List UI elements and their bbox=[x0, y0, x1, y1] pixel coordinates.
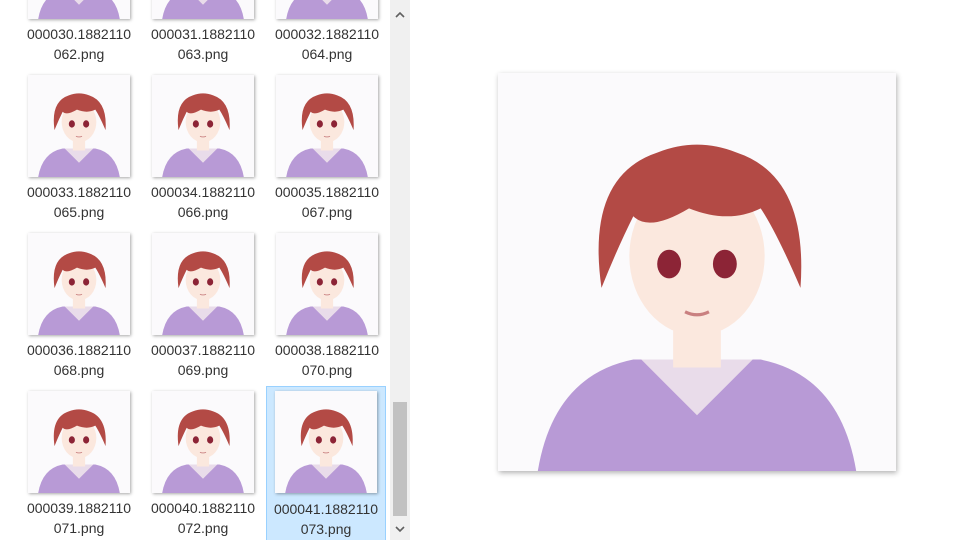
file-name: 000034.1882110 066.png bbox=[150, 184, 256, 220]
file-tile[interactable]: 000037.1882110 069.png bbox=[132, 232, 255, 390]
file-thumbnail[interactable] bbox=[152, 0, 254, 19]
file-tile[interactable]: 000036.1882110 068.png bbox=[8, 232, 131, 390]
chevron-down-icon bbox=[395, 526, 405, 533]
file-tile[interactable]: 000032.1882110 064.png bbox=[256, 0, 379, 74]
image-preview-pane bbox=[498, 73, 896, 471]
scroll-down-button[interactable] bbox=[390, 518, 410, 540]
file-thumbnail[interactable] bbox=[152, 391, 254, 493]
scrollbar-thumb[interactable] bbox=[393, 402, 407, 516]
file-name: 000041.1882110 073.png bbox=[273, 501, 379, 537]
file-tile[interactable]: 000040.1882110 072.png bbox=[132, 390, 255, 540]
file-tile[interactable]: 000034.1882110 066.png bbox=[132, 74, 255, 232]
file-thumbnail[interactable] bbox=[28, 75, 130, 177]
file-tile[interactable]: 000030.1882110 062.png bbox=[8, 0, 131, 74]
file-name: 000032.1882110 064.png bbox=[274, 26, 380, 62]
scroll-up-button[interactable] bbox=[390, 4, 410, 26]
file-tile-selected[interactable]: 000041.1882110 073.png bbox=[266, 386, 386, 540]
file-name: 000033.1882110 065.png bbox=[26, 184, 132, 220]
file-thumbnail[interactable] bbox=[28, 391, 130, 493]
file-tile[interactable]: 000033.1882110 065.png bbox=[8, 74, 131, 232]
file-name: 000036.1882110 068.png bbox=[26, 342, 132, 378]
chevron-up-icon bbox=[395, 11, 405, 18]
file-thumbnail[interactable] bbox=[275, 391, 377, 493]
file-thumbnail[interactable] bbox=[276, 233, 378, 335]
file-name: 000035.1882110 067.png bbox=[274, 184, 380, 220]
file-tile[interactable]: 000035.1882110 067.png bbox=[256, 74, 379, 232]
file-thumbnail[interactable] bbox=[276, 0, 378, 19]
file-name: 000040.1882110 072.png bbox=[150, 500, 256, 536]
file-thumbnail[interactable] bbox=[28, 0, 130, 19]
file-name: 000039.1882110 071.png bbox=[26, 500, 132, 536]
file-thumbnail[interactable] bbox=[152, 233, 254, 335]
file-tile[interactable]: 000031.1882110 063.png bbox=[132, 0, 255, 74]
file-tile[interactable]: 000039.1882110 071.png bbox=[8, 390, 131, 540]
file-name: 000031.1882110 063.png bbox=[150, 26, 256, 62]
file-name: 000038.1882110 070.png bbox=[274, 342, 380, 378]
vertical-scrollbar[interactable] bbox=[390, 0, 410, 540]
file-name: 000030.1882110 062.png bbox=[26, 26, 132, 62]
file-name: 000037.1882110 069.png bbox=[150, 342, 256, 378]
file-thumbnail[interactable] bbox=[152, 75, 254, 177]
file-explorer-pane: 000030.1882110 062.png 000031.1882110 063.… bbox=[0, 0, 390, 540]
file-thumbnail[interactable] bbox=[28, 233, 130, 335]
file-thumbnail[interactable] bbox=[276, 75, 378, 177]
file-tile[interactable]: 000038.1882110 070.png bbox=[256, 232, 379, 390]
